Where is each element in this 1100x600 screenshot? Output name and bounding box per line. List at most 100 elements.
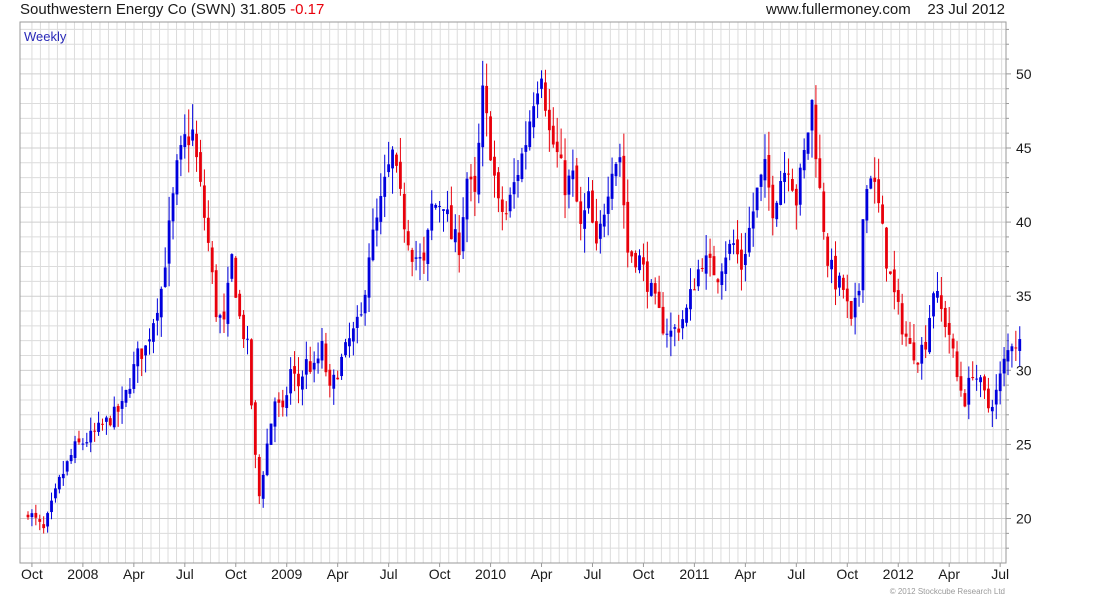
candle-body [355, 316, 359, 328]
candle-body [794, 188, 798, 206]
candle-body [320, 341, 324, 361]
candle-body [265, 443, 269, 476]
x-tick-label: Jul [176, 566, 194, 582]
candle-body [273, 401, 277, 427]
candle-body [226, 282, 230, 324]
candle-body [579, 201, 583, 224]
candle-body [724, 257, 728, 274]
candle-body [987, 388, 990, 409]
candle-body [693, 289, 696, 291]
candle-body [246, 338, 249, 340]
candle-body [939, 295, 943, 309]
candle-body [861, 219, 865, 291]
candle-body [685, 307, 688, 323]
candle-body [618, 157, 622, 163]
candle-body [234, 257, 238, 298]
candle-body [442, 209, 445, 211]
x-tick-label: 2008 [67, 566, 98, 582]
candle-body [363, 294, 367, 314]
candle-body [559, 154, 563, 159]
x-tick-label: Oct [836, 566, 858, 582]
candle-body [183, 134, 187, 148]
candle-body [736, 239, 739, 255]
candle-body [105, 417, 108, 422]
candle-body [312, 362, 316, 370]
candle-body [912, 342, 916, 361]
timeframe-label: Weekly [24, 29, 67, 44]
x-tick-label: Apr [531, 566, 553, 582]
candle-body [928, 317, 931, 353]
candle-body [575, 165, 579, 202]
candle-body [649, 282, 653, 296]
x-tick-label: Oct [429, 566, 451, 582]
candle-body [426, 229, 430, 264]
candle-body [316, 358, 320, 364]
candle-body [469, 176, 473, 180]
candle-body [630, 251, 634, 257]
candle-body [1018, 339, 1022, 351]
candle-body [791, 179, 794, 191]
candle-body [704, 255, 708, 274]
x-tick-label: Apr [734, 566, 756, 582]
candle-body [250, 339, 253, 406]
candle-body [379, 196, 383, 222]
candle-body [998, 373, 1002, 392]
candle-body [696, 269, 700, 287]
candle-body [783, 172, 786, 182]
candle-body [779, 180, 783, 205]
candle-body [395, 154, 398, 166]
candle-body [116, 406, 120, 412]
candle-body [112, 406, 116, 428]
candle-body [857, 290, 861, 296]
candle-body [391, 149, 394, 169]
candle-body [50, 500, 53, 513]
y-tick-label: 20 [1016, 511, 1032, 527]
candle-body [540, 78, 543, 89]
candle-body [371, 229, 375, 261]
candle-body [508, 194, 512, 212]
candle-body [348, 338, 351, 347]
candle-body [1006, 350, 1010, 362]
candle-body [551, 125, 555, 145]
candle-body [583, 210, 587, 229]
candle-body [414, 257, 418, 259]
candle-body [712, 256, 716, 276]
x-tick-label: 2012 [883, 566, 914, 582]
candle-body [30, 513, 34, 518]
candle-body [148, 339, 151, 342]
candle-body [171, 193, 175, 222]
candle-body [853, 297, 857, 318]
candle-body [336, 377, 340, 380]
candle-body [289, 369, 293, 394]
candle-body [810, 99, 814, 131]
candle-body [743, 254, 747, 266]
candle-body [634, 252, 637, 268]
candle-body [759, 174, 763, 187]
x-tick-label: 2010 [475, 566, 506, 582]
candle-body [367, 257, 371, 298]
candle-body [457, 232, 461, 256]
candle-body [681, 319, 685, 329]
candle-body [755, 187, 759, 211]
candle-body [728, 243, 732, 254]
candle-body [489, 116, 492, 161]
candle-body [387, 164, 391, 173]
candle-body [77, 438, 81, 443]
candle-body [500, 199, 504, 212]
candle-body [253, 402, 257, 455]
candle-body [383, 176, 387, 197]
candle-body [963, 393, 967, 407]
candle-body [614, 163, 618, 177]
candle-body [402, 193, 406, 230]
candle-body [1002, 358, 1006, 374]
candle-body [787, 173, 790, 175]
candle-body [516, 175, 520, 181]
candle-body [26, 514, 30, 518]
candle-body [132, 364, 136, 389]
candle-body [434, 204, 438, 208]
candle-body [261, 474, 265, 499]
candle-body [1014, 347, 1018, 349]
candle-body [399, 161, 402, 189]
candle-body [920, 344, 924, 364]
candle-body [747, 227, 751, 253]
